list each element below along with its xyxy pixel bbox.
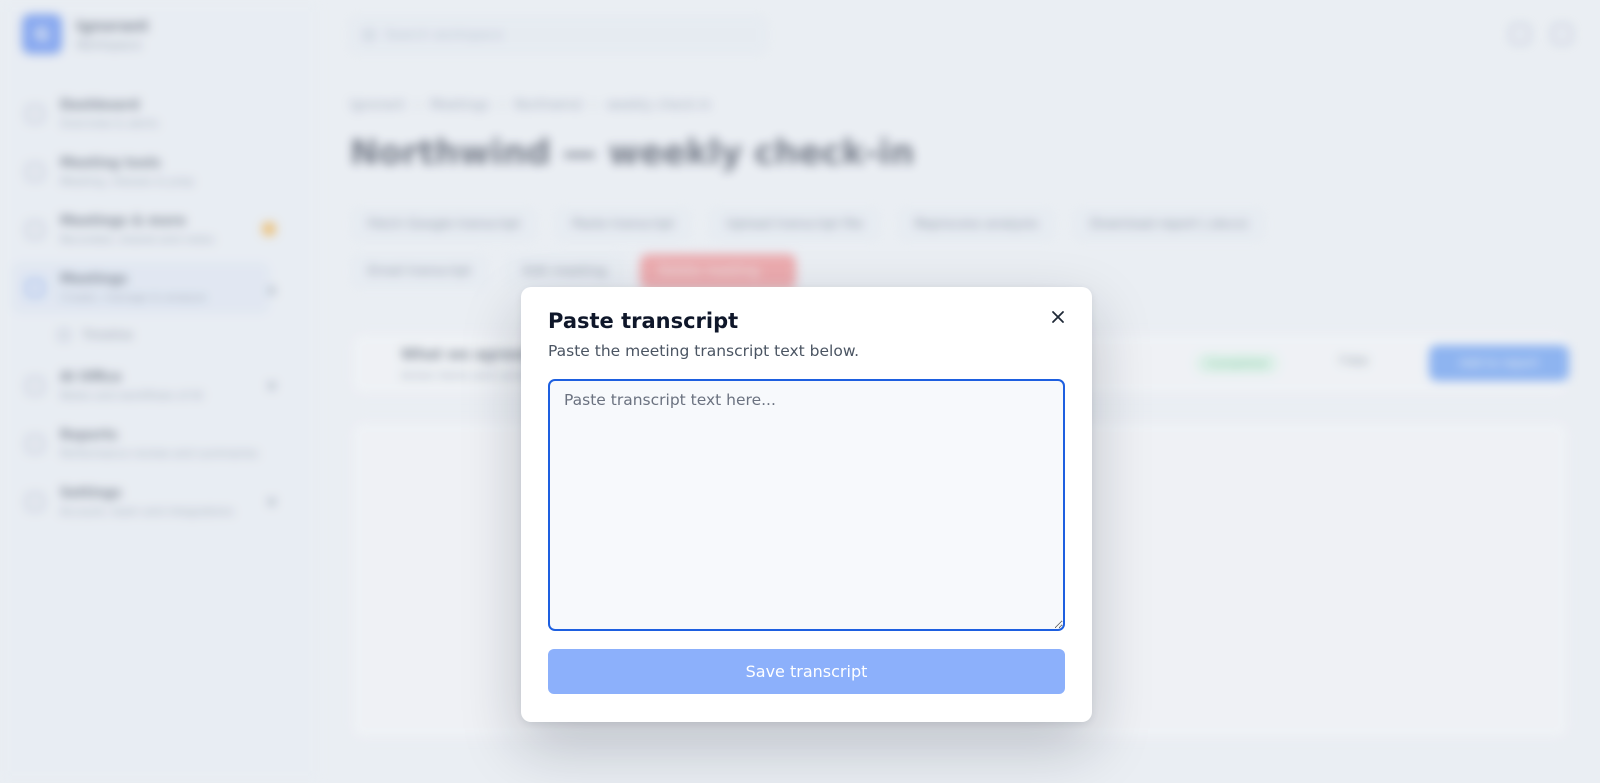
save-transcript-button[interactable]: Save transcript [548, 649, 1065, 694]
close-button[interactable] [1044, 303, 1072, 331]
dialog-subtitle: Paste the meeting transcript text below. [548, 342, 860, 360]
close-icon [1052, 311, 1064, 323]
dialog-title: Paste transcript [548, 309, 739, 333]
paste-transcript-dialog: Paste transcript Paste the meeting trans… [521, 287, 1092, 722]
transcript-textarea[interactable] [548, 379, 1065, 631]
